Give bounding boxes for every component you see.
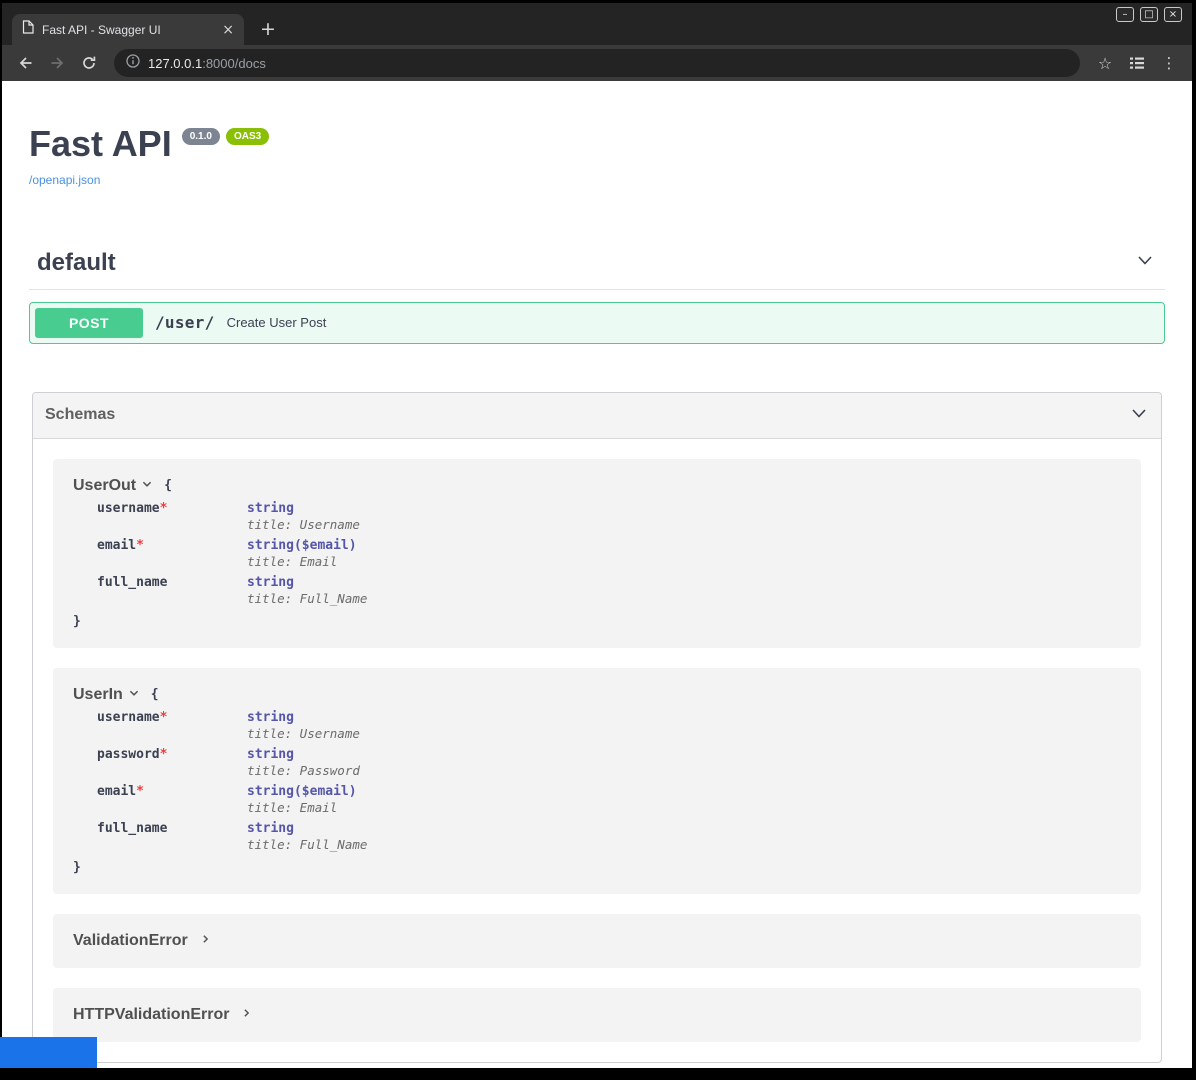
status-bubble — [0, 1037, 97, 1068]
opblock-post-user: POST /user/ Create User Post — [29, 302, 1165, 344]
property-name: password — [97, 747, 160, 762]
schemas-body: UserOut { username* string ti — [33, 439, 1161, 1062]
browser-tab[interactable]: Fast API - Swagger UI × — [12, 14, 244, 45]
property-type: string — [247, 501, 294, 516]
chevron-down-icon — [141, 477, 153, 495]
chevron-down-icon[interactable] — [1129, 403, 1149, 428]
schemas-section: Schemas UserOut — [32, 392, 1162, 1063]
model-name: ValidationError — [73, 932, 188, 950]
schema-property: full_name string title: Full_Name — [97, 821, 1121, 852]
property-title: title: Full_Name — [247, 591, 367, 606]
model-name: HTTPValidationError — [73, 1006, 229, 1024]
reading-list-icon[interactable] — [1122, 49, 1152, 77]
property-name: full_name — [97, 821, 167, 836]
back-icon[interactable] — [10, 49, 40, 77]
schema-property: email* string($email) title: Email — [97, 784, 1121, 815]
tag-header-default[interactable]: default — [29, 241, 1165, 290]
menu-kebab-icon[interactable]: ⋮ — [1154, 49, 1184, 77]
property-format: ($email) — [294, 538, 357, 553]
chevron-right-icon — [241, 1006, 252, 1024]
oas3-badge: OAS3 — [226, 128, 269, 145]
property-title: title: Username — [247, 726, 360, 741]
property-type: string — [247, 821, 294, 836]
model-httpvalidationerror[interactable]: HTTPValidationError — [53, 988, 1141, 1042]
brace-close: } — [73, 614, 81, 629]
property-name: username — [97, 710, 160, 725]
property-title: title: Email — [247, 554, 357, 569]
opblock-summary[interactable]: POST /user/ Create User Post — [30, 303, 1164, 343]
model-userin: UserIn { username* string tit — [53, 668, 1141, 894]
model-name: UserIn — [73, 686, 123, 704]
property-title: title: Username — [247, 517, 360, 532]
property-type: string — [247, 575, 294, 590]
property-name: email — [97, 784, 136, 799]
required-star: * — [136, 538, 144, 553]
close-button[interactable]: × — [1164, 7, 1182, 22]
model-validationerror[interactable]: ValidationError — [53, 914, 1141, 968]
property-title: title: Password — [247, 763, 360, 778]
property-name: full_name — [97, 575, 167, 590]
model-properties: username* string title: Username passwor… — [97, 710, 1121, 852]
required-star: * — [160, 710, 168, 725]
bookmark-star-icon[interactable]: ☆ — [1090, 49, 1120, 77]
maximize-button[interactable]: □ — [1140, 7, 1158, 22]
property-type: string — [247, 747, 294, 762]
chevron-right-icon — [200, 932, 211, 950]
tab-title: Fast API - Swagger UI — [42, 23, 214, 37]
site-info-icon[interactable] — [126, 54, 140, 73]
tag-section-default: default POST /user/ Create User Post — [29, 241, 1165, 344]
page-favicon-icon — [22, 20, 34, 39]
property-format: ($email) — [294, 784, 357, 799]
version-badge: 0.1.0 — [182, 128, 220, 145]
api-title: Fast API — [29, 124, 172, 164]
model-userout-toggle[interactable]: UserOut { — [73, 477, 1121, 495]
forward-icon[interactable] — [42, 49, 72, 77]
chevron-down-icon — [128, 686, 140, 704]
schema-property: username* string title: Username — [97, 710, 1121, 741]
tag-name: default — [37, 249, 116, 277]
schema-property: password* string title: Password — [97, 747, 1121, 778]
model-userout: UserOut { username* string ti — [53, 459, 1141, 648]
brace-open: { — [151, 687, 159, 702]
property-title: title: Full_Name — [247, 837, 367, 852]
required-star: * — [160, 747, 168, 762]
model-userin-toggle[interactable]: UserIn { — [73, 686, 1121, 704]
reload-icon[interactable] — [74, 49, 104, 77]
property-type: string — [247, 710, 294, 725]
property-type: string — [247, 784, 294, 799]
minimize-button[interactable]: – — [1116, 7, 1134, 22]
endpoint-path: /user/ — [155, 313, 215, 332]
tab-strip: Fast API - Swagger UI × + – □ × — [2, 3, 1192, 45]
required-star: * — [160, 501, 168, 516]
brace-open: { — [164, 478, 172, 493]
required-star: * — [136, 784, 144, 799]
schemas-title: Schemas — [45, 406, 115, 424]
property-title: title: Email — [247, 800, 357, 815]
property-name: email — [97, 538, 136, 553]
property-type: string — [247, 538, 294, 553]
schema-property: email* string($email) title: Email — [97, 538, 1121, 569]
schema-property: username* string title: Username — [97, 501, 1121, 532]
openapi-spec-link[interactable]: /openapi.json — [29, 173, 100, 187]
url-text: 127.0.0.1:8000/docs — [148, 56, 266, 71]
schema-property: full_name string title: Full_Name — [97, 575, 1121, 606]
address-bar[interactable]: 127.0.0.1:8000/docs — [114, 49, 1080, 77]
browser-window: Fast API - Swagger UI × + – □ × — [2, 0, 1192, 1068]
chevron-down-icon[interactable] — [1135, 250, 1155, 275]
method-badge-post: POST — [35, 308, 143, 338]
property-name: username — [97, 501, 160, 516]
window-controls: – □ × — [1116, 7, 1182, 22]
schemas-header[interactable]: Schemas — [33, 393, 1161, 439]
api-badges: 0.1.0 OAS3 — [182, 128, 269, 145]
model-name: UserOut — [73, 477, 136, 495]
model-properties: username* string title: Username email* … — [97, 501, 1121, 606]
api-info: Fast API 0.1.0 OAS3 — [29, 124, 1165, 164]
page-content: Fast API 0.1.0 OAS3 /openapi.json defaul… — [2, 84, 1192, 1068]
endpoint-summary: Create User Post — [227, 315, 327, 330]
tab-close-icon[interactable]: × — [222, 23, 234, 37]
new-tab-button[interactable]: + — [260, 20, 276, 38]
browser-toolbar: 127.0.0.1:8000/docs ☆ ⋮ — [2, 45, 1192, 81]
brace-close: } — [73, 860, 81, 875]
